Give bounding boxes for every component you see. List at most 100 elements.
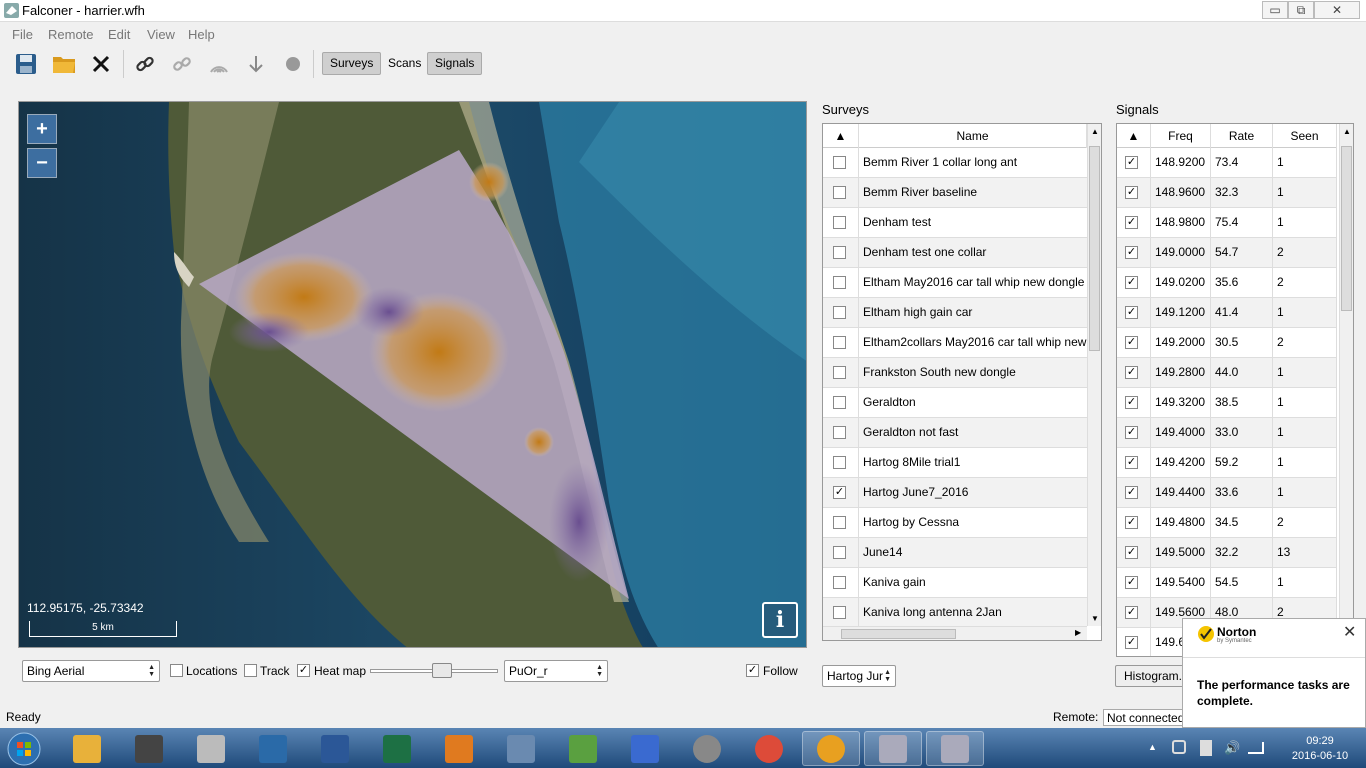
signal-checkbox[interactable]: ✓	[1125, 366, 1138, 379]
scroll-thumb[interactable]	[1341, 146, 1352, 311]
survey-checkbox[interactable]	[833, 246, 846, 259]
signal-row[interactable]: ✓ 149.4800 34.5 2	[1117, 508, 1337, 538]
close-window-button[interactable]: ✕	[1314, 1, 1360, 19]
tray-device-icon[interactable]	[1172, 740, 1186, 754]
survey-row[interactable]: ✓ Hartog June7_2016	[823, 478, 1087, 508]
signal-row[interactable]: ✓ 149.5400 54.5 1	[1117, 568, 1337, 598]
signal-checkbox-cell[interactable]: ✓	[1117, 328, 1151, 357]
signal-row[interactable]: ✓ 149.3200 38.5 1	[1117, 388, 1337, 418]
survey-checkbox-cell[interactable]	[823, 418, 859, 447]
survey-checkbox-cell[interactable]	[823, 268, 859, 297]
track-checkbox[interactable]	[244, 664, 257, 677]
survey-checkbox[interactable]	[833, 216, 846, 229]
survey-checkbox-cell[interactable]	[823, 148, 859, 177]
sort-column-header[interactable]: ▲	[1117, 124, 1151, 148]
signal-checkbox[interactable]: ✓	[1125, 306, 1138, 319]
compass-icon[interactable]	[802, 731, 860, 766]
signal-checkbox-cell[interactable]: ✓	[1117, 478, 1151, 507]
survey-checkbox[interactable]	[833, 576, 846, 589]
satellite-icon[interactable]	[492, 731, 550, 766]
excel-icon[interactable]	[368, 731, 426, 766]
signal-row[interactable]: ✓ 149.5000 32.2 13	[1117, 538, 1337, 568]
hscroll-thumb[interactable]	[841, 629, 956, 639]
survey-name[interactable]: Hartog June7_2016	[859, 478, 1087, 507]
signal-row[interactable]: ✓ 149.4000 33.0 1	[1117, 418, 1337, 448]
spectrum-icon[interactable]	[182, 731, 240, 766]
signal-row[interactable]: ✓ 148.9600 32.3 1	[1117, 178, 1337, 208]
signal-row[interactable]: ✓ 148.9200 73.4 1	[1117, 148, 1337, 178]
signals-toggle[interactable]: Signals	[427, 52, 483, 75]
survey-name[interactable]: Kaniva gain	[859, 568, 1087, 597]
file-explorer-icon[interactable]	[58, 731, 116, 766]
signal-row[interactable]: ✓ 148.9800 75.4 1	[1117, 208, 1337, 238]
survey-name[interactable]: Eltham2collars May2016 car tall whip new…	[859, 328, 1087, 357]
word-icon[interactable]	[306, 731, 364, 766]
system-clock[interactable]: 09:29 2016-06-10	[1290, 734, 1350, 764]
signal-row[interactable]: ✓ 149.1200 41.4 1	[1117, 298, 1337, 328]
menu-edit[interactable]: Edit	[108, 27, 130, 42]
survey-checkbox[interactable]	[833, 306, 846, 319]
survey-row[interactable]: Denham test	[823, 208, 1087, 238]
survey-name[interactable]: Hartog 8Mile trial1	[859, 448, 1087, 477]
survey-row[interactable]: Frankston South new dongle	[823, 358, 1087, 388]
signal-checkbox[interactable]: ✓	[1125, 426, 1138, 439]
opacity-slider-handle[interactable]	[432, 663, 452, 678]
zoom-in-button[interactable]: +	[27, 114, 57, 144]
signal-checkbox[interactable]: ✓	[1125, 546, 1138, 559]
survey-checkbox-cell[interactable]	[823, 598, 859, 627]
survey-checkbox-cell[interactable]	[823, 208, 859, 237]
surveys-horizontal-scrollbar[interactable]: ▶	[823, 626, 1087, 640]
info-button[interactable]: i	[762, 602, 798, 638]
signal-checkbox-cell[interactable]: ✓	[1117, 298, 1151, 327]
map-view[interactable]: + − 112.95175, -25.73342 5 km i	[18, 101, 807, 648]
signal-checkbox-cell[interactable]: ✓	[1117, 358, 1151, 387]
signal-checkbox[interactable]: ✓	[1125, 456, 1138, 469]
signal-checkbox[interactable]: ✓	[1125, 156, 1138, 169]
histogram-button[interactable]: Histogram...	[1115, 665, 1187, 687]
survey-name[interactable]: June14	[859, 538, 1087, 567]
sort-column-header[interactable]: ▲	[823, 124, 859, 148]
download-arrow-icon[interactable]	[242, 51, 270, 77]
scroll-down-icon[interactable]: ▼	[1091, 614, 1099, 623]
waveform-icon[interactable]	[244, 731, 302, 766]
survey-name[interactable]: Hartog by Cessna	[859, 508, 1087, 537]
survey-name[interactable]: Bemm River 1 collar long ant	[859, 148, 1087, 177]
qgis-icon[interactable]	[554, 731, 612, 766]
survey-name[interactable]: Kaniva long antenna 2Jan	[859, 598, 1087, 627]
survey-name[interactable]: Geraldton not fast	[859, 418, 1087, 447]
menu-remote[interactable]: Remote	[48, 27, 94, 42]
scroll-right-icon[interactable]: ▶	[1075, 628, 1081, 637]
survey-checkbox-cell[interactable]	[823, 508, 859, 537]
survey-name[interactable]: Eltham high gain car	[859, 298, 1087, 327]
survey-row[interactable]: June14	[823, 538, 1087, 568]
network-icon[interactable]	[616, 731, 674, 766]
signal-row[interactable]: ✓ 149.0000 54.7 2	[1117, 238, 1337, 268]
survey-checkbox[interactable]	[833, 516, 846, 529]
signal-checkbox[interactable]: ✓	[1125, 606, 1138, 619]
survey-checkbox[interactable]	[833, 186, 846, 199]
signal-checkbox[interactable]: ✓	[1125, 216, 1138, 229]
signal-checkbox[interactable]: ✓	[1125, 636, 1138, 649]
chrome-icon[interactable]	[740, 731, 798, 766]
survey-checkbox-cell[interactable]: ✓	[823, 478, 859, 507]
signal-checkbox-cell[interactable]: ✓	[1117, 208, 1151, 237]
pro-app-icon[interactable]	[678, 731, 736, 766]
signal-checkbox[interactable]: ✓	[1125, 246, 1138, 259]
signal-checkbox-cell[interactable]: ✓	[1117, 178, 1151, 207]
falconer-icon[interactable]	[864, 731, 922, 766]
survey-name[interactable]: Frankston South new dongle	[859, 358, 1087, 387]
signal-checkbox-cell[interactable]: ✓	[1117, 388, 1151, 417]
signal-checkbox-cell[interactable]: ✓	[1117, 628, 1151, 656]
survey-name[interactable]: Eltham May2016 car tall whip new dongle	[859, 268, 1087, 297]
surveys-toggle[interactable]: Surveys	[322, 52, 382, 75]
signal-row[interactable]: ✓ 149.2000 30.5 2	[1117, 328, 1337, 358]
survey-checkbox[interactable]	[833, 366, 846, 379]
survey-checkbox[interactable]	[833, 606, 846, 619]
survey-name[interactable]: Denham test	[859, 208, 1087, 237]
signal-row[interactable]: ✓ 149.2800 44.0 1	[1117, 358, 1337, 388]
survey-checkbox-cell[interactable]	[823, 448, 859, 477]
survey-row[interactable]: Eltham high gain car	[823, 298, 1087, 328]
survey-row[interactable]: Hartog 8Mile trial1	[823, 448, 1087, 478]
signal-checkbox[interactable]: ✓	[1125, 276, 1138, 289]
survey-row[interactable]: Bemm River 1 collar long ant	[823, 148, 1087, 178]
